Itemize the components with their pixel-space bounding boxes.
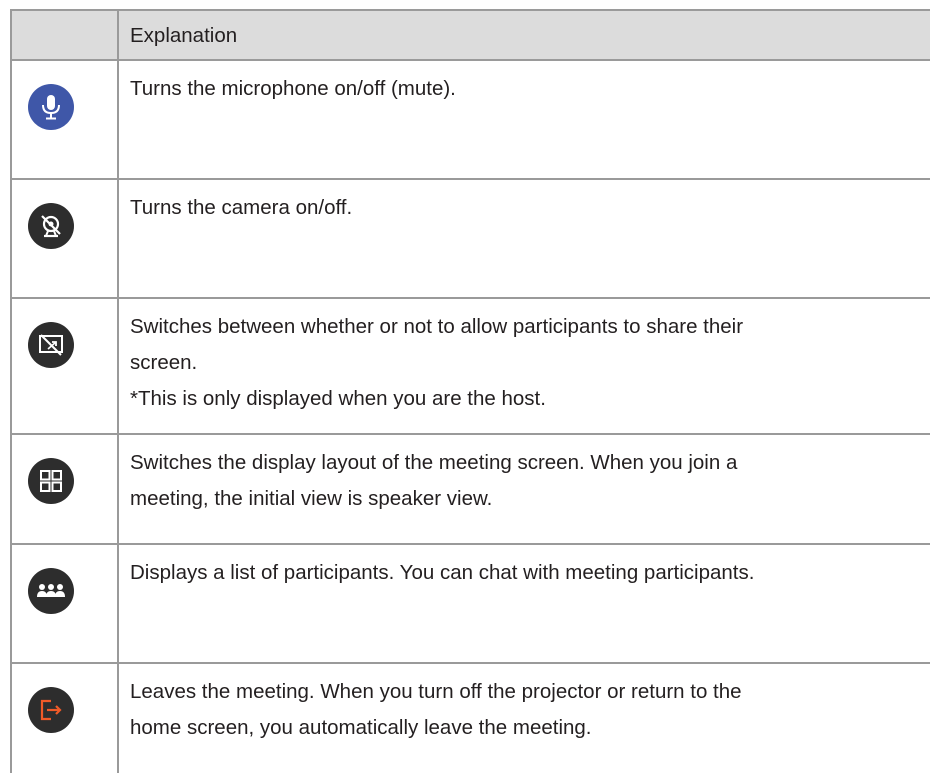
explanation-cell: Turns the microphone on/off (mute). — [130, 71, 918, 107]
icon-cell — [10, 435, 117, 543]
icon-cell — [10, 180, 117, 297]
table-row: Switches the display layout of the meeti… — [10, 435, 930, 545]
screen-share-off-icon — [28, 322, 74, 368]
header-icon-cell — [10, 11, 117, 59]
icon-cell — [10, 664, 117, 774]
leave-meeting-icon — [28, 687, 74, 733]
explanation-line: Turns the camera on/off. — [130, 196, 353, 219]
explanation-cell: Switches the display layout of the meeti… — [130, 445, 918, 517]
explanation-line: screen. — [130, 351, 198, 374]
icon-cell — [10, 61, 117, 178]
camera-off-icon — [28, 203, 74, 249]
explanation-line: meeting, the initial view is speaker vie… — [130, 487, 493, 510]
table-row: Switches between whether or not to allow… — [10, 299, 930, 435]
participants-icon — [28, 568, 74, 614]
table-column-divider — [117, 9, 119, 773]
explanation-line: Switches the display layout of the meeti… — [130, 451, 738, 474]
table-row: Turns the camera on/off. — [10, 180, 930, 299]
explanation-line: Displays a list of participants. You can… — [130, 561, 755, 584]
explanation-line: Switches between whether or not to allow… — [130, 315, 744, 338]
icon-cell — [10, 545, 117, 662]
explanation-line: Leaves the meeting. When you turn off th… — [130, 680, 742, 703]
explanation-cell: Leaves the meeting. When you turn off th… — [130, 674, 918, 746]
table-row: Displays a list of participants. You can… — [10, 545, 930, 664]
layout-grid-icon — [28, 458, 74, 504]
header-explanation-label: Explanation — [130, 24, 238, 47]
explanation-line: Turns the microphone on/off (mute). — [130, 77, 456, 100]
explanation-cell: Turns the camera on/off. — [130, 190, 918, 226]
icon-cell — [10, 299, 117, 433]
table-row: Leaves the meeting. When you turn off th… — [10, 664, 930, 774]
explanation-line: *This is only displayed when you are the… — [130, 387, 546, 410]
table-left-border — [10, 9, 12, 773]
explanation-cell: Displays a list of participants. You can… — [130, 555, 918, 591]
table-row: Turns the microphone on/off (mute). — [10, 61, 930, 180]
microphone-icon — [28, 84, 74, 130]
table-header-row: Explanation — [10, 9, 930, 61]
explanation-cell: Switches between whether or not to allow… — [130, 309, 918, 417]
explanation-line: home screen, you automatically leave the… — [130, 716, 592, 739]
